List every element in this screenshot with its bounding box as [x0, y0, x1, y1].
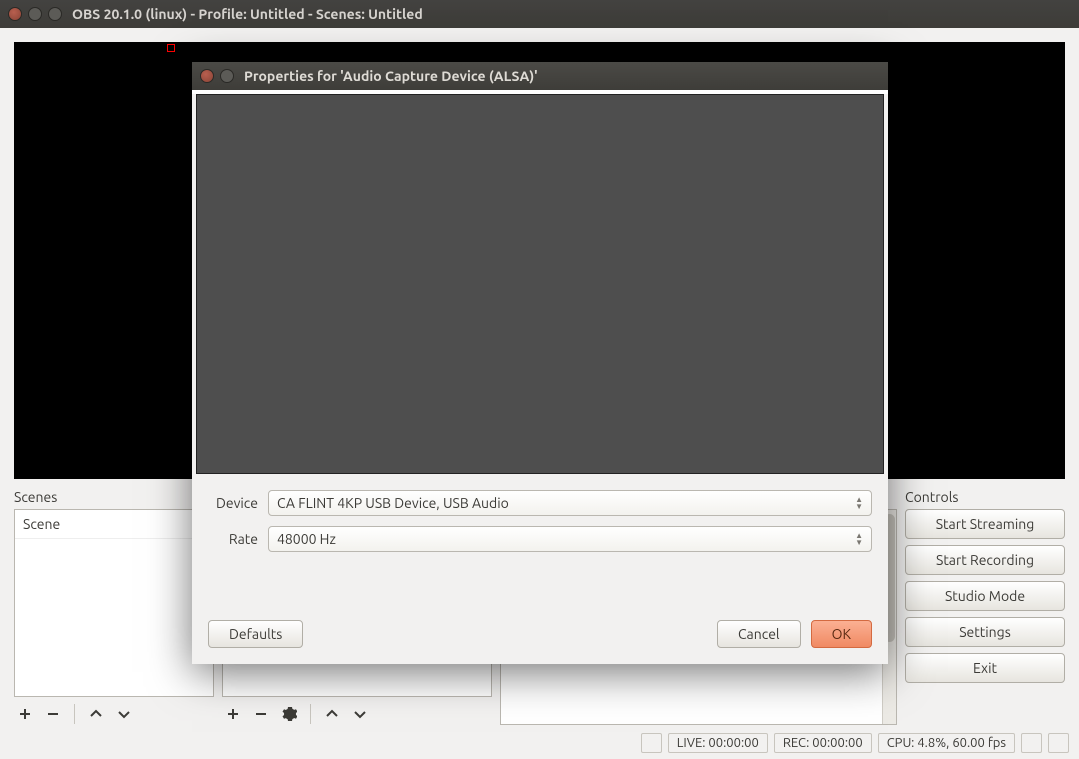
status-rec: REC: 00:00:00: [774, 733, 872, 753]
controls-header: Controls: [905, 487, 1065, 509]
source-bounding-handle[interactable]: [167, 44, 175, 52]
status-spacer: [1048, 733, 1069, 753]
device-combo[interactable]: CA FLINT 4KP USB Device, USB Audio ▲▼: [268, 490, 872, 516]
gear-icon: [281, 706, 297, 722]
move-source-up-button[interactable]: [321, 703, 343, 725]
scenes-panel: Scenes Scene: [14, 487, 214, 725]
controls-body: Start Streaming Start Recording Studio M…: [905, 509, 1065, 725]
device-value: CA FLINT 4KP USB Device, USB Audio: [277, 495, 509, 511]
remove-scene-button[interactable]: [42, 703, 64, 725]
scenes-toolbar: [14, 697, 214, 725]
main-titlebar: OBS 20.1.0 (linux) - Profile: Untitled -…: [0, 0, 1079, 28]
plus-icon: [226, 707, 240, 721]
studio-mode-button[interactable]: Studio Mode: [905, 581, 1065, 611]
start-streaming-button[interactable]: Start Streaming: [905, 509, 1065, 539]
move-source-down-button[interactable]: [349, 703, 371, 725]
scene-item[interactable]: Scene: [15, 510, 213, 539]
start-recording-button[interactable]: Start Recording: [905, 545, 1065, 575]
dialog-titlebar[interactable]: Properties for 'Audio Capture Device (AL…: [192, 62, 888, 90]
separator: [74, 704, 75, 724]
scenes-list[interactable]: Scene: [14, 509, 214, 697]
settings-button[interactable]: Settings: [905, 617, 1065, 647]
sources-toolbar: [222, 697, 492, 725]
maximize-icon[interactable]: [48, 7, 62, 21]
add-source-button[interactable]: [222, 703, 244, 725]
rate-row: Rate 48000 Hz ▲▼: [208, 526, 872, 552]
status-live: LIVE: 00:00:00: [668, 733, 768, 753]
chevron-down-icon: [117, 707, 131, 721]
move-scene-up-button[interactable]: [85, 703, 107, 725]
exit-button[interactable]: Exit: [905, 653, 1065, 683]
minus-icon: [46, 707, 60, 721]
status-spacer: [1021, 733, 1042, 753]
ok-button[interactable]: OK: [811, 620, 872, 648]
rate-label: Rate: [208, 531, 268, 547]
source-properties-button[interactable]: [278, 703, 300, 725]
device-row: Device CA FLINT 4KP USB Device, USB Audi…: [208, 490, 872, 516]
dialog-footer: Defaults Cancel OK: [192, 610, 888, 664]
chevron-down-icon: [353, 707, 367, 721]
scenes-header: Scenes: [14, 487, 214, 509]
properties-dialog: Properties for 'Audio Capture Device (AL…: [192, 62, 888, 664]
defaults-button[interactable]: Defaults: [208, 620, 303, 648]
minimize-icon[interactable]: [28, 7, 42, 21]
combo-spinner-icon: ▲▼: [855, 496, 863, 510]
controls-panel: Controls Start Streaming Start Recording…: [905, 487, 1065, 725]
remove-source-button[interactable]: [250, 703, 272, 725]
status-cpu: CPU: 4.8%, 60.00 fps: [878, 733, 1015, 753]
cancel-button[interactable]: Cancel: [717, 620, 801, 648]
dialog-form: Device CA FLINT 4KP USB Device, USB Audi…: [192, 478, 888, 570]
move-scene-down-button[interactable]: [113, 703, 135, 725]
minus-icon: [254, 707, 268, 721]
separator: [310, 704, 311, 724]
close-icon[interactable]: [8, 7, 22, 21]
status-spacer: [641, 733, 662, 753]
window-controls: [8, 7, 62, 21]
maximize-icon[interactable]: [220, 69, 234, 83]
add-scene-button[interactable]: [14, 703, 36, 725]
window-title: OBS 20.1.0 (linux) - Profile: Untitled -…: [72, 6, 423, 22]
dialog-body: Device CA FLINT 4KP USB Device, USB Audi…: [192, 94, 888, 664]
dialog-window-controls: [200, 69, 234, 83]
status-bar: LIVE: 00:00:00 REC: 00:00:00 CPU: 4.8%, …: [0, 729, 1079, 759]
close-icon[interactable]: [200, 69, 214, 83]
combo-spinner-icon: ▲▼: [855, 532, 863, 546]
dialog-preview: [196, 94, 884, 474]
rate-value: 48000 Hz: [277, 531, 336, 547]
dialog-title: Properties for 'Audio Capture Device (AL…: [244, 68, 538, 84]
chevron-up-icon: [325, 707, 339, 721]
chevron-up-icon: [89, 707, 103, 721]
rate-combo[interactable]: 48000 Hz ▲▼: [268, 526, 872, 552]
device-label: Device: [208, 495, 268, 511]
plus-icon: [18, 707, 32, 721]
